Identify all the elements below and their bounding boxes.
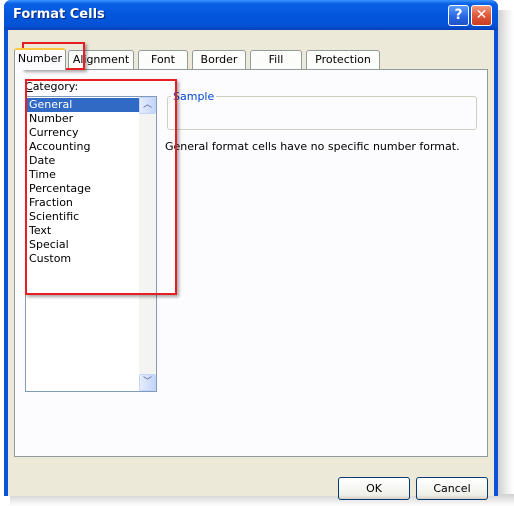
- tab-fill-label: Fill: [268, 53, 284, 66]
- tab-number-label: Number: [17, 52, 63, 65]
- title-bar[interactable]: Format Cells ? ✕: [4, 0, 498, 30]
- cancel-button[interactable]: Cancel: [416, 477, 488, 500]
- scroll-down-button[interactable]: ﹀: [139, 374, 156, 391]
- tab-protection[interactable]: Protection: [306, 50, 380, 69]
- chevron-down-icon: ﹀: [142, 377, 152, 387]
- close-button[interactable]: ✕: [471, 5, 492, 26]
- sample-legend: Sample: [171, 90, 217, 103]
- window-shadow-right: [496, 10, 514, 506]
- tab-border-label: Border: [200, 53, 238, 66]
- tab-number[interactable]: Number: [14, 48, 66, 70]
- tab-protection-label: Protection: [315, 53, 371, 66]
- annotation-highlight-category-list: [25, 79, 177, 295]
- tab-border[interactable]: Border: [192, 50, 246, 69]
- help-icon: ?: [454, 7, 463, 23]
- tab-font-label: Font: [151, 53, 175, 66]
- dialog-title: Format Cells: [13, 7, 105, 22]
- help-button[interactable]: ?: [448, 5, 469, 26]
- ok-button[interactable]: OK: [338, 477, 410, 500]
- tab-font[interactable]: Font: [138, 50, 188, 69]
- close-icon: ✕: [475, 7, 488, 23]
- format-description: General format cells have no specific nu…: [165, 140, 460, 153]
- tab-fill[interactable]: Fill: [250, 50, 302, 69]
